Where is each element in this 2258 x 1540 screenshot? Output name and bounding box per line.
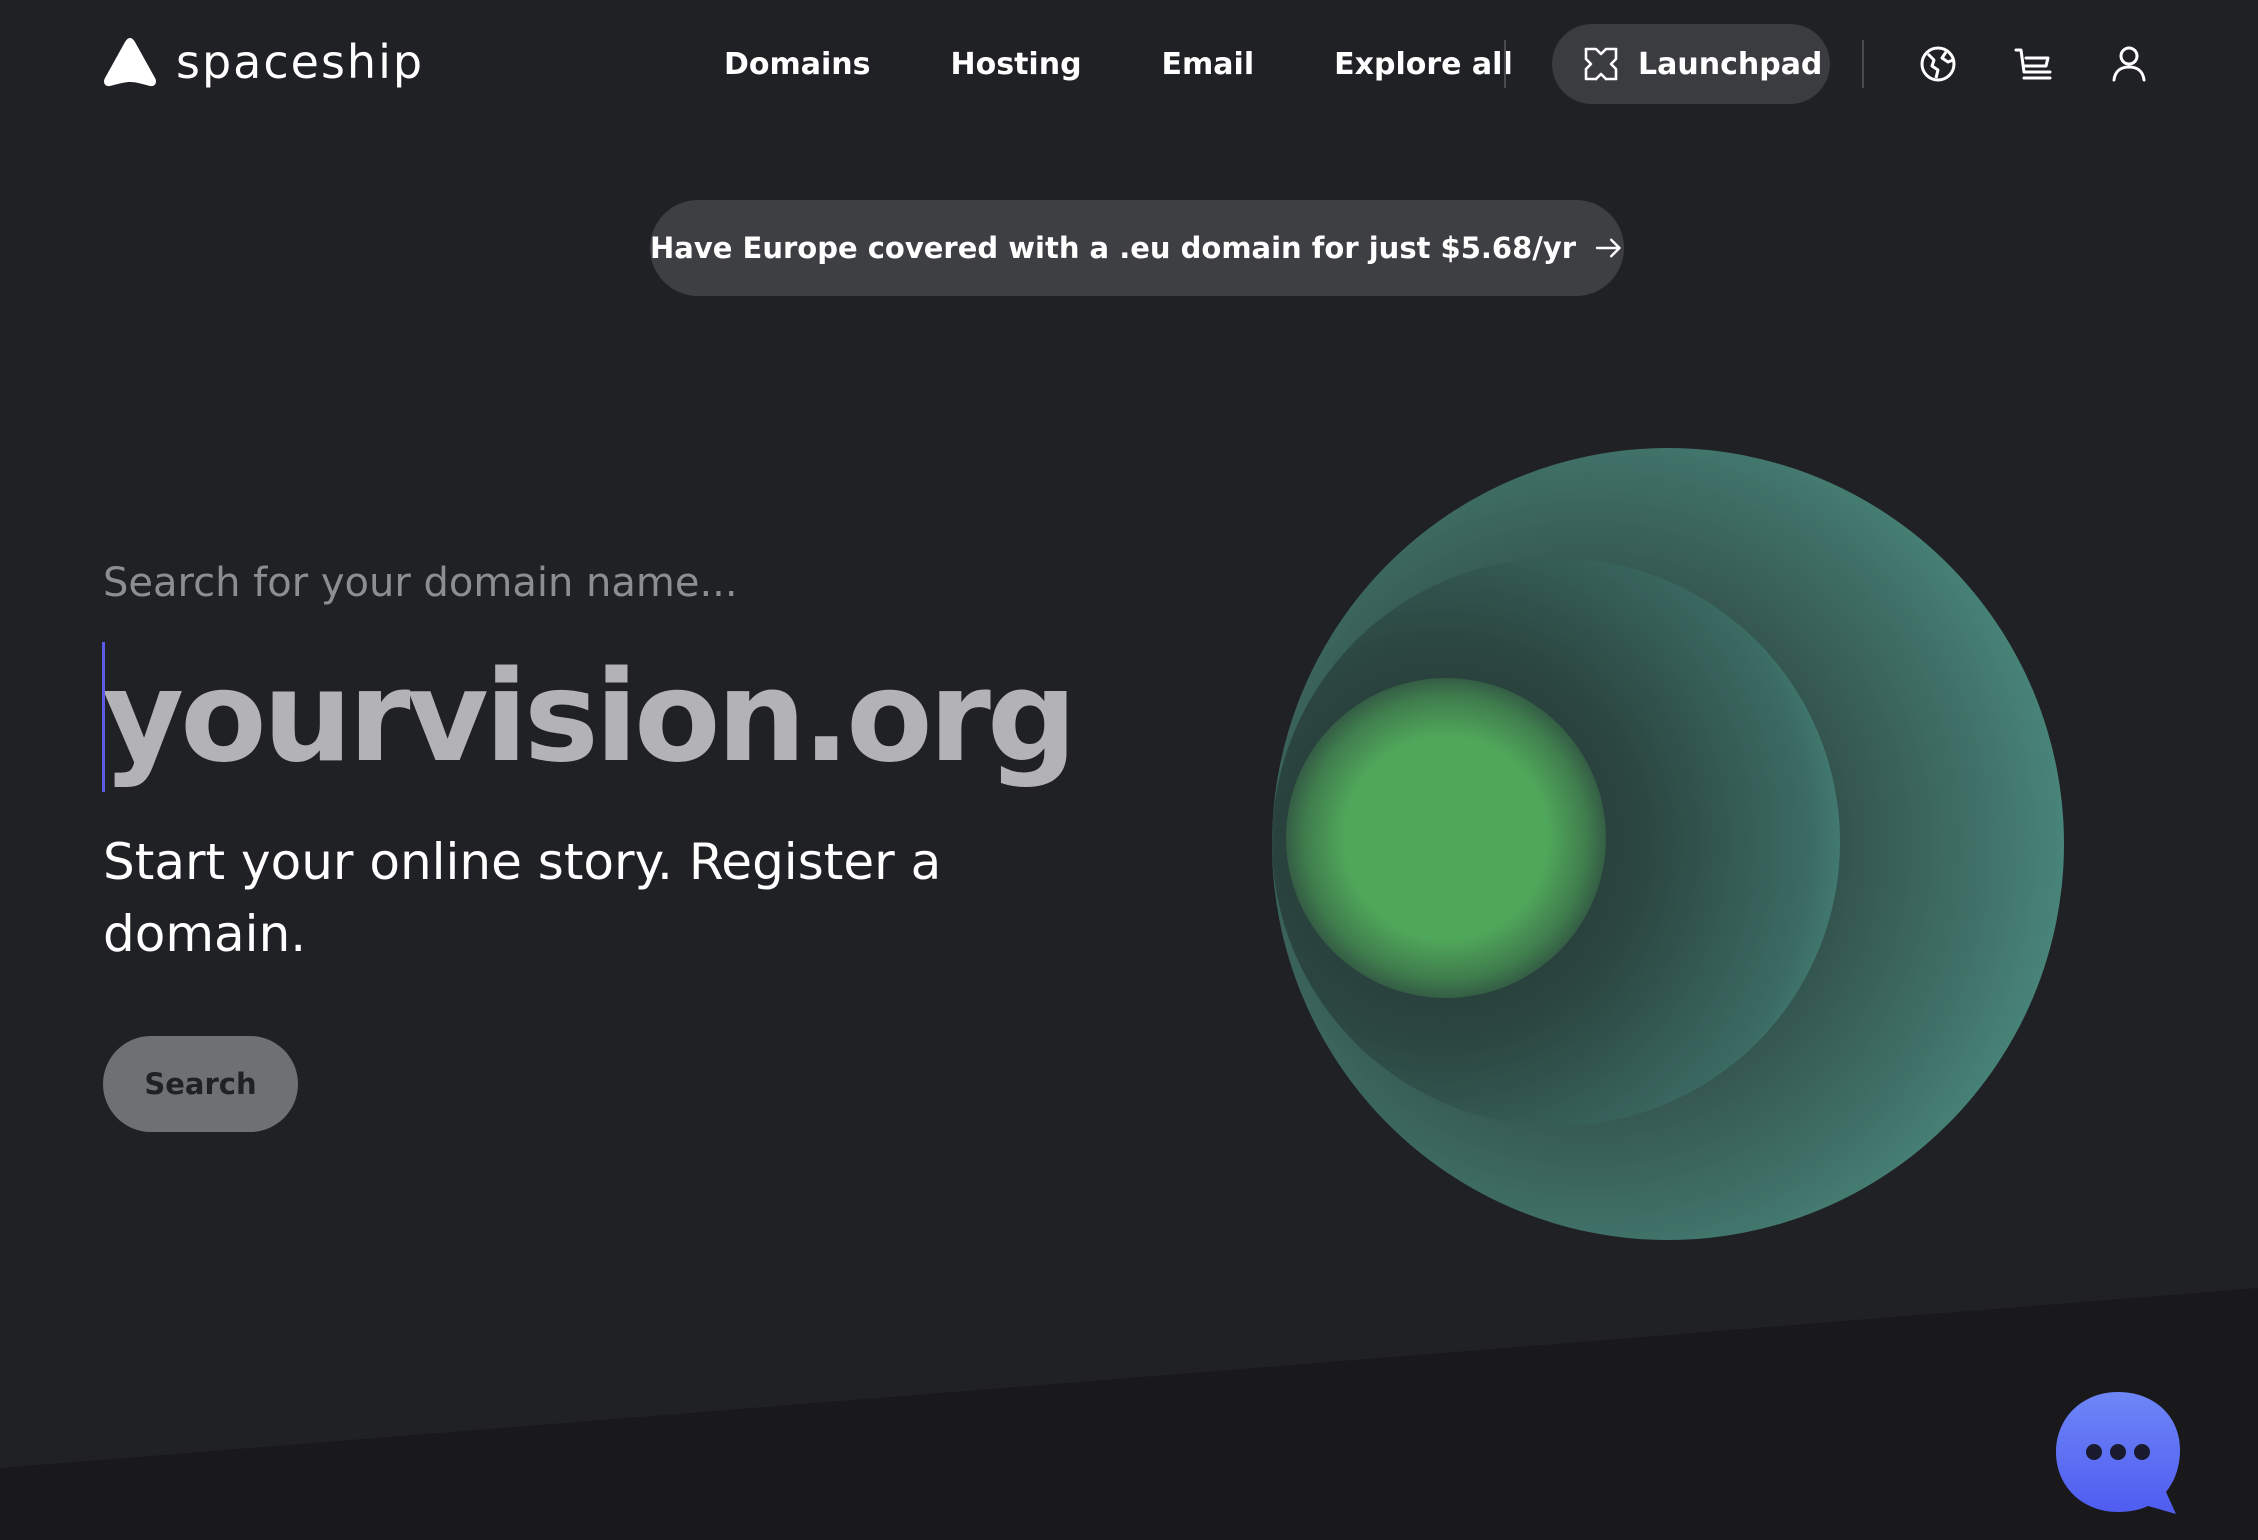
- globe-icon: [1920, 46, 1956, 82]
- top-navigation: spaceship Domains Hosting Email Explore …: [0, 0, 2258, 128]
- arrow-right-icon: [1595, 238, 1621, 258]
- nav-hosting[interactable]: Hosting: [951, 47, 1082, 82]
- search-button[interactable]: Search: [103, 1036, 298, 1132]
- orb-green-glow: [1286, 678, 1606, 998]
- main-menu: Domains Hosting Email Explore all: [724, 36, 1513, 92]
- spaceship-logo-icon: [104, 38, 156, 87]
- user-icon: [2112, 46, 2146, 82]
- page: spaceship Domains Hosting Email Explore …: [0, 0, 2258, 1540]
- launchpad-button[interactable]: Launchpad: [1552, 24, 1830, 104]
- nav-divider: [1504, 40, 1506, 88]
- nav-email[interactable]: Email: [1162, 47, 1255, 82]
- promo-banner[interactable]: Have Europe covered with a .eu domain fo…: [650, 200, 1624, 296]
- nav-explore-all[interactable]: Explore all: [1334, 47, 1513, 82]
- domain-search-input[interactable]: [102, 632, 1102, 800]
- domain-search-label: Search for your domain name...: [103, 560, 738, 606]
- chat-bubble-icon: [2056, 1392, 2180, 1514]
- nav-domains[interactable]: Domains: [724, 47, 871, 82]
- domain-search-field: [102, 632, 1102, 800]
- promo-text: Have Europe covered with a .eu domain fo…: [650, 231, 1577, 265]
- account-button[interactable]: [2107, 42, 2151, 86]
- hero-tagline: Start your online story. Register a doma…: [103, 833, 942, 963]
- cart-button[interactable]: [2012, 42, 2056, 86]
- brand-name: spaceship: [176, 35, 425, 89]
- text-caret: [102, 642, 105, 792]
- hero-orb-illustration: [1272, 448, 2064, 1240]
- cart-icon: [2014, 48, 2052, 80]
- nav-divider: [1862, 40, 1864, 88]
- launchpad-label: Launchpad: [1638, 46, 1823, 82]
- language-button[interactable]: [1916, 42, 1960, 86]
- launchpad-icon: [1584, 47, 1618, 81]
- chat-button[interactable]: [2052, 1388, 2184, 1520]
- brand-logo[interactable]: spaceship: [102, 36, 424, 88]
